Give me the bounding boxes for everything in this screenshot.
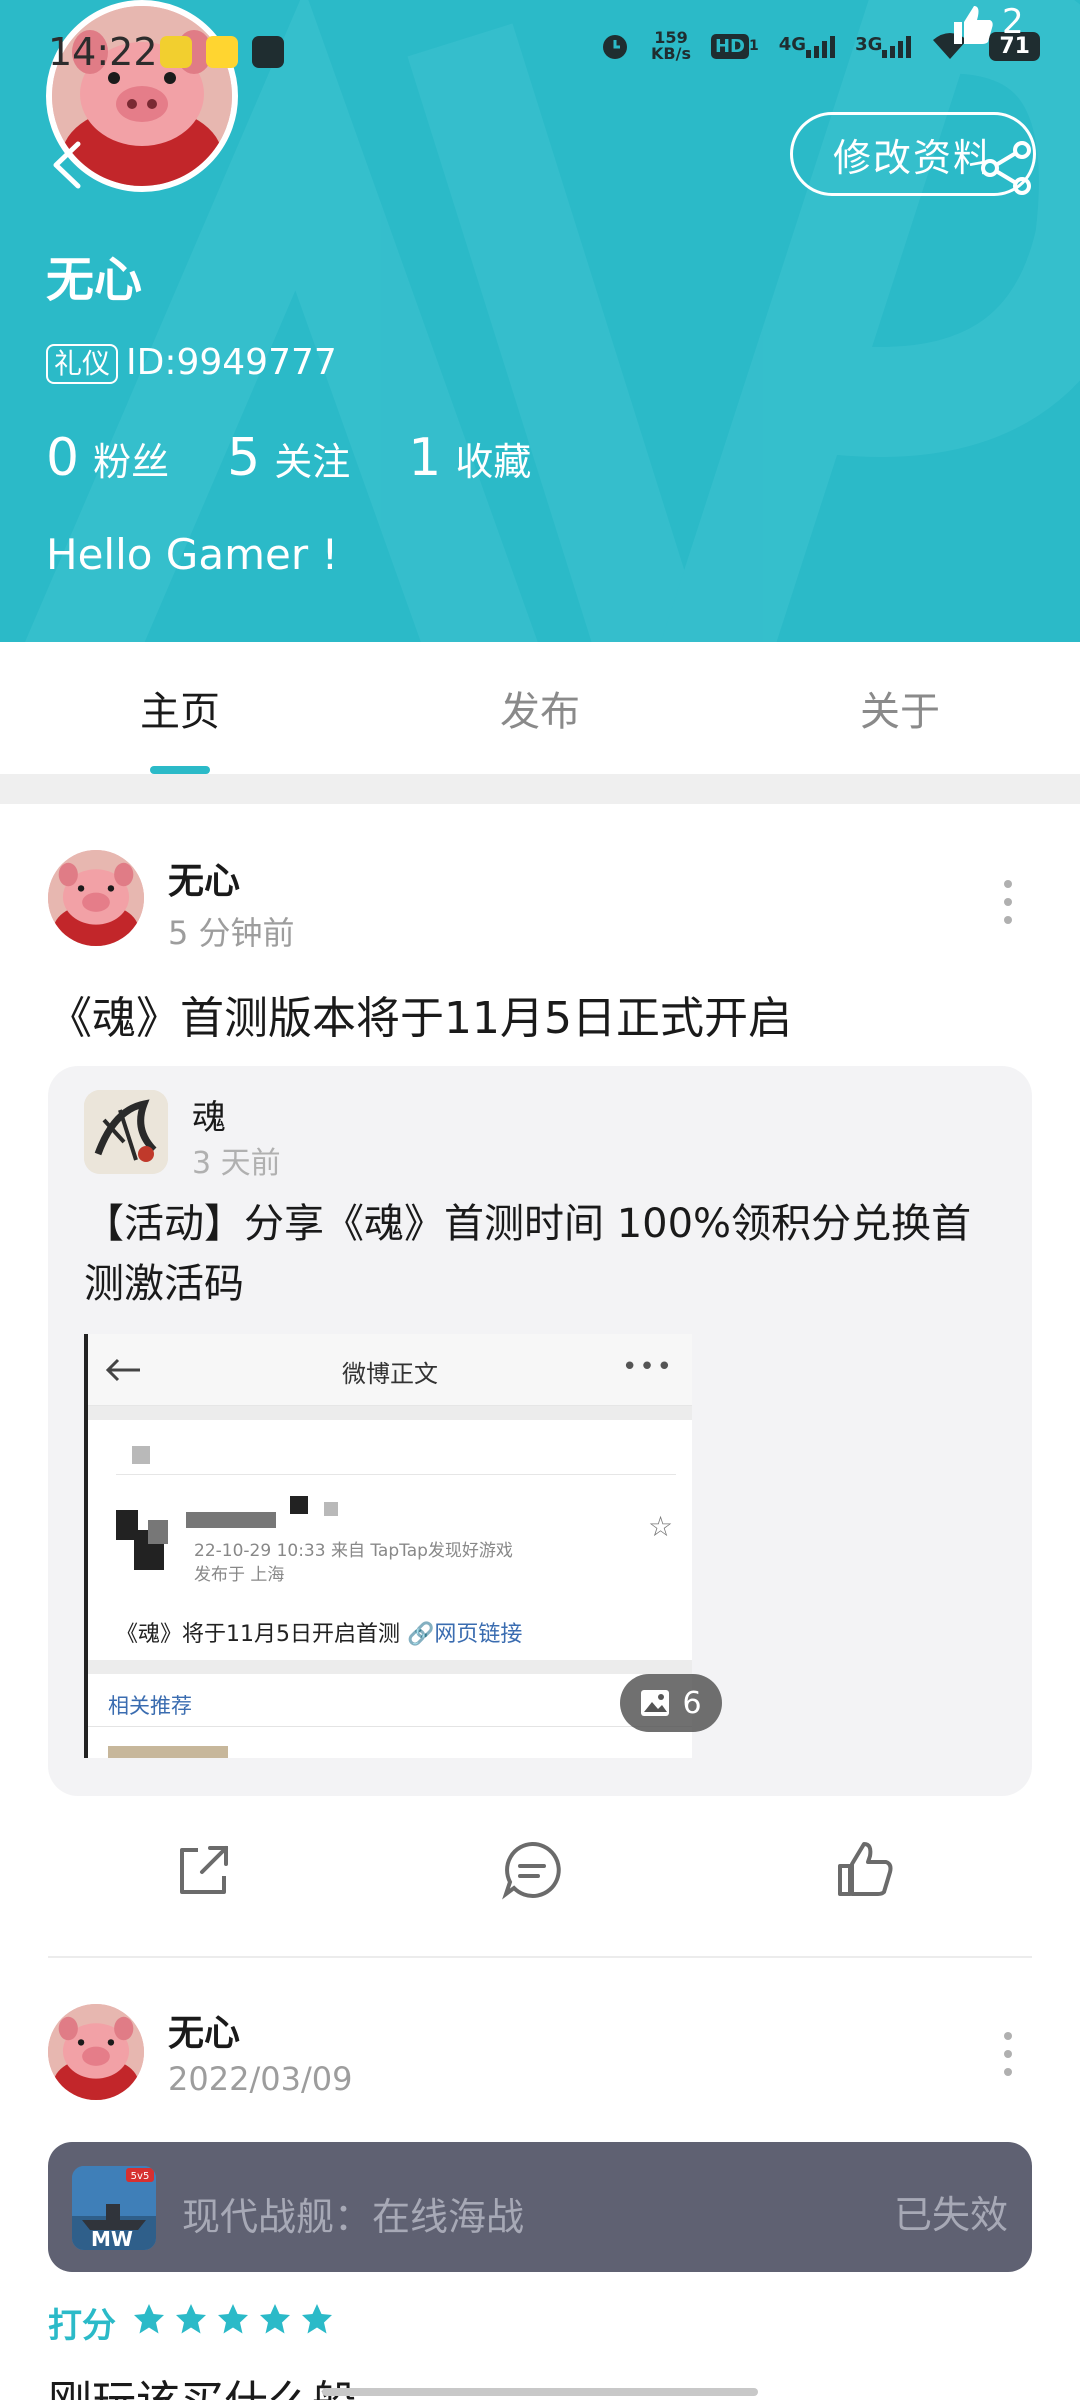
- star-icon: [218, 2304, 248, 2334]
- comment-icon[interactable]: [500, 1838, 564, 1902]
- post-author-name[interactable]: 无心: [168, 852, 240, 904]
- yy-notification-icon: [206, 36, 238, 68]
- signal-bars-icon: [882, 34, 912, 58]
- post-author-avatar[interactable]: [48, 2004, 144, 2100]
- status-bar: 14:22 159 KB/s HD 1 4G 3G 71: [0, 0, 1080, 192]
- status-time: 14:22: [48, 30, 158, 74]
- user-id: ID:9949777: [126, 342, 337, 383]
- post-author-avatar[interactable]: [48, 850, 144, 946]
- fans-label[interactable]: 粉丝: [93, 431, 169, 486]
- post-screenshot-image[interactable]: 微博正文 ••• 22-10-29 10:33 来自 TapTap发现好游戏 发…: [84, 1334, 692, 1758]
- post-title[interactable]: 《魂》首测版本将于11月5日正式开启: [48, 982, 792, 1046]
- pig-avatar-image: [48, 850, 144, 946]
- screenshot-title: 微博正文: [342, 1360, 438, 1388]
- signal-4g: 4G: [779, 34, 836, 58]
- post-author-name[interactable]: 无心: [168, 2004, 240, 2056]
- svg-text:5v5: 5v5: [131, 2171, 150, 2182]
- home-indicator[interactable]: [322, 2388, 758, 2396]
- tab-posts[interactable]: 发布: [360, 642, 720, 774]
- post-time: 2022/03/09: [168, 2060, 353, 2098]
- star-icon: [134, 2304, 164, 2334]
- favorites-label[interactable]: 收藏: [455, 431, 531, 486]
- profile-bio: Hello Gamer !: [46, 530, 339, 579]
- feed-post[interactable]: 无心 2022/03/09 5v5 MW 现代战舰：在线海战 已失效 打分 刚玩…: [0, 1958, 1080, 2400]
- star-icon: [176, 2304, 206, 2334]
- shared-post-card[interactable]: 魂 3 天前 【活动】分享《魂》首测时间 100%领积分兑换首测激活码 微博正文…: [48, 1066, 1032, 1796]
- star-icon: [302, 2304, 332, 2334]
- game-icon-soul[interactable]: [84, 1090, 168, 1174]
- profile-tabs: 主页 发布 关于: [0, 642, 1080, 774]
- favorites-count[interactable]: 1: [408, 428, 441, 488]
- screenshot-star-icon: ☆: [648, 1510, 674, 1543]
- pig-avatar-image: [48, 2004, 144, 2100]
- alarm-icon: [603, 35, 628, 59]
- post-actions: [0, 1838, 1080, 1918]
- app-notification-icon: [160, 36, 192, 68]
- image-icon: [641, 1690, 670, 1716]
- more-options-icon[interactable]: [998, 880, 1018, 924]
- forward-icon[interactable]: [172, 1838, 236, 1902]
- rating-label: 打分: [48, 2306, 116, 2346]
- profile-like[interactable]: 2: [950, 2, 1024, 48]
- etiquette-badge[interactable]: 礼仪: [46, 344, 119, 384]
- image-count-badge[interactable]: 6: [620, 1674, 722, 1732]
- thumbs-up-icon: [954, 6, 993, 44]
- screenshot-more-icon: •••: [621, 1352, 674, 1382]
- like-count: 2: [1002, 2, 1024, 42]
- star-icon: [260, 2304, 290, 2334]
- review-text[interactable]: 刚玩该买什么船: [48, 2366, 356, 2400]
- network-speed: 159 KB/s: [651, 28, 691, 63]
- shared-post-time: 3 天前: [192, 1146, 281, 1181]
- section-divider: [0, 774, 1080, 804]
- profile-name: 无心: [46, 252, 143, 308]
- like-icon[interactable]: [834, 1838, 898, 1902]
- signal-bars-icon: [806, 34, 836, 58]
- back-arrow-icon[interactable]: [48, 140, 88, 190]
- signal-3g: 3G: [855, 34, 912, 58]
- shared-post-text[interactable]: 【活动】分享《魂》首测时间 100%领积分兑换首测激活码: [84, 1194, 1004, 1314]
- tab-home[interactable]: 主页: [0, 642, 360, 774]
- screenshot-meta: 22-10-29 10:33 来自 TapTap发现好游戏: [194, 1541, 513, 1561]
- active-tab-indicator: [150, 766, 210, 774]
- fans-count[interactable]: 0: [46, 428, 79, 488]
- profile-header: 14:22 159 KB/s HD 1 4G 3G 71 2 修改资料 无心 礼…: [0, 0, 1080, 642]
- game-status: 已失效: [893, 2193, 1008, 2237]
- more-options-icon[interactable]: [998, 2032, 1018, 2076]
- shared-game-name[interactable]: 魂: [192, 1090, 226, 1139]
- profile-stats: 0 粉丝 5 关注 1 收藏: [46, 428, 589, 488]
- post-time: 5 分钟前: [168, 914, 295, 952]
- hd-indicator: HD 1: [710, 33, 759, 59]
- following-label[interactable]: 关注: [274, 431, 350, 486]
- screenshot-location: 发布于 上海: [194, 1565, 285, 1585]
- feed-post[interactable]: 无心 5 分钟前 《魂》首测版本将于11月5日正式开启 魂 3 天前 【活动】分…: [0, 804, 1080, 1958]
- game-name: 现代战舰：在线海战: [182, 2195, 525, 2239]
- rating-stars: [132, 2302, 334, 2336]
- game-card[interactable]: 5v5 MW 现代战舰：在线海战 已失效: [48, 2142, 1032, 2272]
- screenshot-related: 相关推荐: [108, 1694, 192, 1718]
- screenshot-body: 《魂》将于11月5日开启首测 🔗网页链接: [116, 1622, 523, 1647]
- svg-text:MW: MW: [91, 2227, 133, 2250]
- share-icon[interactable]: [978, 140, 1034, 196]
- following-count[interactable]: 5: [227, 428, 260, 488]
- bag-notification-icon: [252, 36, 284, 68]
- game-icon-modern-warships: 5v5 MW: [72, 2166, 156, 2250]
- tab-about[interactable]: 关于: [720, 642, 1080, 774]
